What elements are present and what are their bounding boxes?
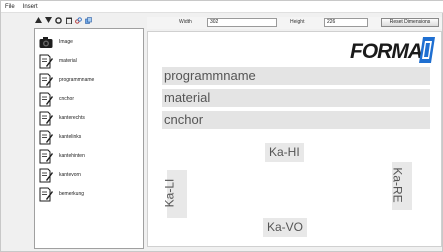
edit-document-icon bbox=[39, 111, 53, 125]
tree-item-label: cnchor bbox=[59, 96, 75, 102]
label-canvas: FORMA programmname material cnchor Ka-HI… bbox=[147, 31, 442, 247]
tree-item-bemerkung[interactable]: bemerkung bbox=[39, 185, 84, 203]
field-programmname[interactable]: programmname bbox=[162, 67, 430, 85]
copy-icon[interactable] bbox=[85, 16, 92, 24]
field-ka-re-text: Ka-RE bbox=[390, 167, 405, 203]
tree-item-label: kantevorn bbox=[59, 172, 81, 178]
field-material[interactable]: material bbox=[162, 89, 430, 107]
tree-item-label: material bbox=[59, 58, 77, 64]
edit-document-icon bbox=[39, 73, 53, 87]
field-ka-vo[interactable]: Ka-VO bbox=[263, 218, 308, 237]
field-ka-li[interactable]: Ka-LI bbox=[162, 170, 187, 218]
tree-item-cnchor[interactable]: cnchor bbox=[39, 90, 74, 108]
tree-item-label: kantehinten bbox=[59, 153, 85, 159]
tree-item-kanterechts[interactable]: kanterechts bbox=[39, 109, 85, 127]
reset-dimensions-button[interactable]: Reset Dimensions bbox=[381, 18, 439, 27]
arrow-down-icon[interactable] bbox=[45, 16, 52, 24]
tree-item-label: Image bbox=[59, 39, 73, 45]
tree-item-kantelinks[interactable]: kantelinks bbox=[39, 128, 81, 146]
tree-item-label: bemerkung bbox=[59, 191, 85, 197]
camera-icon bbox=[39, 36, 53, 48]
field-cnchor[interactable]: cnchor bbox=[162, 111, 430, 129]
menu-file[interactable]: File bbox=[5, 1, 15, 13]
field-ka-hi[interactable]: Ka-HI bbox=[265, 143, 304, 162]
tree-toolbar bbox=[35, 15, 92, 25]
forma-logo: FORMA bbox=[350, 37, 435, 64]
trash-icon[interactable] bbox=[65, 16, 72, 24]
tree-item-material[interactable]: material bbox=[39, 52, 77, 70]
gear-icon[interactable] bbox=[55, 16, 62, 24]
field-cnchor-text: cnchor bbox=[164, 112, 204, 127]
element-tree: Image material programmname cnchor kante… bbox=[34, 28, 144, 249]
field-ka-li-text: Ka-LI bbox=[162, 178, 177, 208]
width-label: Width bbox=[179, 19, 192, 25]
tree-item-kantehinten[interactable]: kantehinten bbox=[39, 147, 85, 165]
tree-item-kantevorn[interactable]: kantevorn bbox=[39, 166, 81, 184]
edit-document-icon bbox=[39, 168, 53, 182]
link-icon[interactable] bbox=[75, 16, 82, 24]
dimension-bar: Width 302 Height 226 Reset Dimensions bbox=[147, 17, 442, 29]
arrow-up-icon[interactable] bbox=[35, 16, 42, 24]
menu-insert[interactable]: Insert bbox=[23, 1, 38, 13]
edit-document-icon bbox=[39, 54, 53, 68]
edit-document-icon bbox=[39, 130, 53, 144]
tree-item-label: kanterechts bbox=[59, 115, 85, 121]
logo-text: FORMA bbox=[350, 40, 423, 63]
logo-mark-icon bbox=[419, 37, 435, 63]
tree-item-image[interactable]: Image bbox=[39, 33, 73, 51]
field-programmname-text: programmname bbox=[164, 68, 256, 83]
field-ka-re[interactable]: Ka-RE bbox=[390, 162, 412, 210]
application-window: File Insert Image material programmname … bbox=[0, 0, 443, 252]
height-label: Height bbox=[290, 19, 305, 25]
menu-bar: File Insert bbox=[1, 1, 443, 13]
tree-item-label: programmname bbox=[59, 77, 95, 83]
tree-item-programmname[interactable]: programmname bbox=[39, 71, 94, 89]
edit-document-icon bbox=[39, 149, 53, 163]
edit-document-icon bbox=[39, 187, 53, 201]
field-material-text: material bbox=[164, 90, 211, 105]
height-input[interactable]: 226 bbox=[324, 18, 368, 27]
tree-item-label: kantelinks bbox=[59, 134, 82, 140]
width-input[interactable]: 302 bbox=[207, 18, 277, 27]
edit-document-icon bbox=[39, 92, 53, 106]
